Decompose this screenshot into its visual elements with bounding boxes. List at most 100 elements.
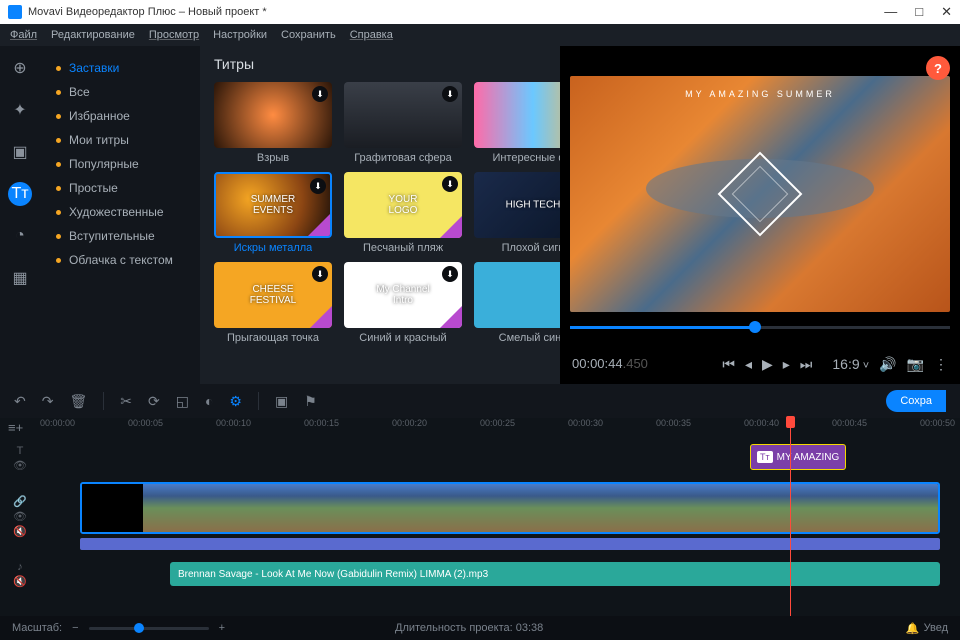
visibility-icon[interactable]: 👁	[13, 510, 27, 523]
sidebar-item-3[interactable]: Мои титры	[40, 128, 200, 152]
title-thumb-6[interactable]: CHEESE FESTIVAL⬇	[214, 262, 332, 328]
crop-icon[interactable]: ◱	[176, 393, 189, 410]
title-thumb-2[interactable]: ⬇	[474, 82, 560, 148]
transitions-icon[interactable]: ▣	[8, 140, 32, 164]
title-thumb-8[interactable]: ⬇	[474, 262, 560, 328]
mute-icon[interactable]: 🔇	[13, 525, 27, 538]
download-icon[interactable]: ⬇	[442, 176, 458, 192]
menu-help[interactable]: Справка	[350, 29, 393, 41]
ruler-tick: 00:00:15	[304, 418, 339, 428]
zoom-in-button[interactable]: +	[219, 622, 225, 634]
download-icon[interactable]: ⬇	[310, 178, 326, 194]
stickers-icon[interactable]: ◔	[8, 224, 32, 248]
ruler-tick: 00:00:00	[40, 418, 75, 428]
redo-icon[interactable]: ↷	[42, 393, 54, 410]
color-icon[interactable]: ◐	[205, 393, 213, 409]
thumb-label: Искры металла	[234, 242, 313, 254]
minimize-button[interactable]: —	[884, 4, 897, 20]
volume-icon[interactable]: 🔊	[879, 356, 896, 373]
timeline-toolbar: ↶ ↷ 🗑 ✂ ⟳ ◱ ◐ ⚙ ▣ ⚑ Сохра	[0, 384, 960, 418]
sidebar-item-label: Популярные	[69, 157, 139, 171]
preview-video[interactable]: MY AMAZING SUMMER	[570, 76, 950, 312]
menu-save[interactable]: Сохранить	[281, 29, 336, 41]
thumb-label: Смелый сини	[499, 332, 560, 344]
download-icon[interactable]: ⬇	[442, 266, 458, 282]
marker-icon[interactable]: ⚑	[304, 393, 317, 410]
panel-heading: Титры	[214, 56, 546, 72]
mute-icon[interactable]: 🔇	[13, 575, 27, 588]
export-button[interactable]: Сохра	[886, 390, 946, 412]
title-clip[interactable]: TᴛMY AMAZING	[750, 444, 846, 470]
preview-scrubber[interactable]	[570, 318, 950, 338]
menu-view[interactable]: Просмотр	[149, 29, 199, 41]
zoom-slider[interactable]	[89, 627, 209, 630]
title-thumb-7[interactable]: My Channel Intro⬇	[344, 262, 462, 328]
diamond-icon	[718, 152, 803, 237]
playhead[interactable]	[790, 418, 791, 616]
thumb-label: Графитовая сфера	[354, 152, 452, 164]
thumb-label: Плохой сигн	[502, 242, 560, 254]
delete-icon[interactable]: 🗑	[69, 393, 87, 410]
title-thumb-3[interactable]: SUMMER EVENTS⬇	[214, 172, 332, 238]
visibility-icon[interactable]: 👁	[13, 459, 27, 472]
menu-settings[interactable]: Настройки	[213, 29, 267, 41]
download-icon[interactable]: ⬇	[442, 86, 458, 102]
skip-start-icon[interactable]: ⏮	[722, 356, 735, 373]
import-icon[interactable]: ⊕	[8, 56, 32, 80]
ruler-tick: 00:00:10	[216, 418, 251, 428]
music-clip[interactable]: Brennan Savage - Look At Me Now (Gabidul…	[170, 562, 940, 586]
sidebar-item-7[interactable]: Вступительные	[40, 224, 200, 248]
play-icon[interactable]: ▶	[762, 356, 773, 373]
thumb-label: Синий и красный	[359, 332, 446, 344]
titles-icon[interactable]: Tᴛ	[8, 182, 32, 206]
timeline: ≡+ 00:00:0000:00:0500:00:1000:00:1500:00…	[0, 418, 960, 616]
notifications[interactable]: 🔔Увед	[906, 622, 948, 635]
rotate-icon[interactable]: ⟳	[148, 393, 160, 410]
sidebar-item-1[interactable]: Все	[40, 80, 200, 104]
skip-end-icon[interactable]: ⏭	[800, 356, 813, 373]
cut-icon[interactable]: ✂	[120, 393, 132, 410]
sidebar-item-label: Заставки	[69, 61, 119, 75]
frame-fwd-icon[interactable]: ▸	[783, 356, 790, 373]
category-sidebar: Заставки Все ИзбранноеМои титры Популярные П…	[40, 46, 200, 384]
sidebar-item-4[interactable]: Популярные	[40, 152, 200, 176]
maximize-button[interactable]: □	[915, 4, 923, 20]
undo-icon[interactable]: ↶	[14, 393, 26, 410]
attached-audio[interactable]	[80, 538, 940, 550]
sidebar-item-2[interactable]: Избранное	[40, 104, 200, 128]
download-icon[interactable]: ⬇	[312, 266, 328, 282]
filters-icon[interactable]: ✦	[8, 98, 32, 122]
time-ruler[interactable]: 00:00:00 00:00:05 00:00:10 00:00:15 00:00:20…	[0, 418, 960, 438]
sidebar-item-label: Все	[69, 85, 90, 99]
adjust-icon[interactable]: ⚙	[229, 393, 242, 410]
preview-more-icon[interactable]: ⋮	[934, 356, 948, 373]
download-icon[interactable]: ⬇	[312, 86, 328, 102]
sidebar-item-6[interactable]: Художественные	[40, 200, 200, 224]
transition-wiz-icon[interactable]: ▣	[275, 393, 288, 410]
ruler-tick: 00:00:05	[128, 418, 163, 428]
close-button[interactable]: ✕	[941, 4, 952, 20]
thumb-label: Песчаный пляж	[363, 242, 443, 254]
menu-file[interactable]: Файл	[10, 29, 37, 41]
help-button[interactable]: ?	[926, 56, 950, 80]
menu-edit[interactable]: Редактирование	[51, 29, 135, 41]
video-clip[interactable]	[80, 482, 940, 534]
title-thumb-5[interactable]: HIGH TECH⬇	[474, 172, 560, 238]
zoom-out-button[interactable]: −	[72, 622, 78, 634]
title-thumb-1[interactable]: ⬇	[344, 82, 462, 148]
sidebar-item-0[interactable]: Заставки	[40, 56, 200, 80]
frame-back-icon[interactable]: ◂	[745, 356, 752, 373]
window-title: Movavi Видеоредактор Плюс – Новый проект…	[28, 6, 267, 18]
title-thumb-0[interactable]: ⬇	[214, 82, 332, 148]
preview-panel: ? MY AMAZING SUMMER 00:00:44.450 ⏮ ◂ ▶ ▸…	[560, 46, 960, 384]
sidebar-item-5[interactable]: Простые	[40, 176, 200, 200]
ruler-tick: 00:00:35	[656, 418, 691, 428]
snapshot-icon[interactable]: 📷	[907, 356, 924, 373]
aspect-ratio[interactable]: 16:9 ˅	[832, 356, 869, 372]
link-icon[interactable]: 🔗	[13, 495, 27, 508]
title-thumb-4[interactable]: YOUR LOGO⬇	[344, 172, 462, 238]
status-bar: Масштаб: − + Длительность проекта: 03:38…	[0, 616, 960, 640]
sidebar-item-8[interactable]: Облачка с текстом	[40, 248, 200, 272]
ruler-tick: 00:00:20	[392, 418, 427, 428]
more-icon[interactable]: ▦	[8, 266, 32, 290]
